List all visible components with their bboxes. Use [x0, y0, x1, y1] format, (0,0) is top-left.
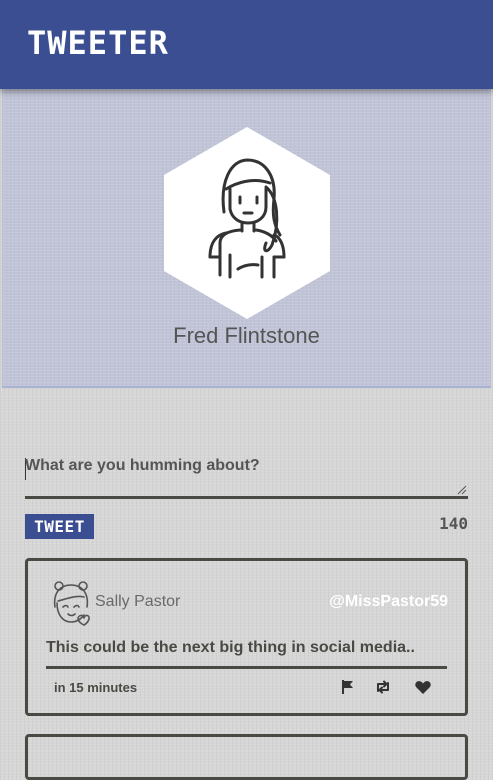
woman-avatar-icon: [164, 127, 330, 319]
tweet-timestamp: in 15 minutes: [54, 680, 138, 695]
character-counter: 140: [439, 514, 468, 533]
tweet-card: Sally Pastor @MissPastor59 This could be…: [25, 558, 468, 716]
profile-avatar: [162, 127, 332, 319]
profile-banner: Fred Flintstone: [2, 89, 491, 388]
tweet-divider: [46, 666, 447, 669]
tweet-text: This could be the next big thing in soci…: [46, 639, 415, 656]
retweet-icon: [377, 680, 389, 694]
retweet-button[interactable]: [374, 678, 392, 696]
tweet-card: [25, 734, 468, 780]
profile-name: Fred Flintstone: [173, 323, 320, 348]
compose-placeholder: What are you humming about?: [25, 457, 260, 474]
girl-avatar-icon: [53, 581, 90, 626]
flag-button[interactable]: [339, 678, 357, 696]
tweet-author-name[interactable]: Sally Pastor: [95, 593, 180, 611]
resize-handle-icon[interactable]: [457, 485, 467, 495]
heart-icon: [415, 681, 431, 694]
tweet-button[interactable]: TWEET: [25, 514, 94, 539]
tweet-author-handle[interactable]: @MissPastor59: [329, 593, 448, 611]
like-button[interactable]: [414, 678, 432, 696]
tweet-compose-input[interactable]: What are you humming about?: [25, 452, 468, 499]
app-header: TWEETER: [0, 0, 493, 89]
brand-logo[interactable]: TWEETER: [27, 23, 169, 63]
flag-icon: [342, 680, 353, 694]
